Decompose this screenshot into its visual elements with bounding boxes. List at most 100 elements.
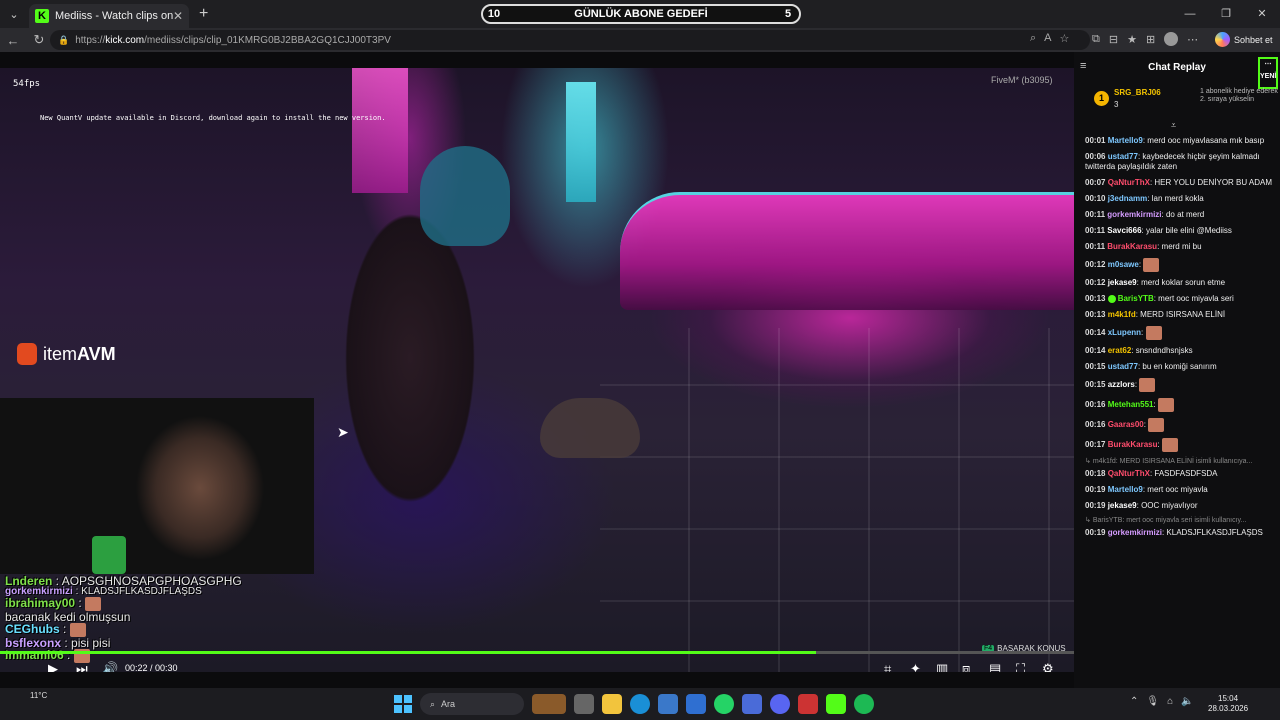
maximize-icon[interactable]: ❐ — [1208, 0, 1244, 28]
chat-message: 00:11 gorkemkirmizi: do at merd — [1085, 210, 1205, 219]
message-user[interactable]: Metehan551 — [1108, 400, 1154, 409]
chat-title: Chat Replay — [1148, 61, 1206, 73]
progress-bar[interactable] — [0, 651, 1074, 654]
read-aloud-icon[interactable]: A — [1044, 32, 1051, 45]
fullscreen-icon[interactable]: ⛶ — [1016, 661, 1025, 672]
pip-icon[interactable]: ⧈ — [962, 661, 970, 672]
message-user[interactable]: ustad77 — [1108, 152, 1138, 161]
favorite-star-icon[interactable]: ☆ — [1060, 32, 1070, 45]
settings-icon[interactable]: ⚙ — [1042, 661, 1054, 672]
show-hidden-icon[interactable]: ⌃ — [1130, 696, 1138, 707]
message-user[interactable]: BurakKarasu — [1108, 440, 1158, 449]
play-icon[interactable]: ▶ — [48, 661, 58, 672]
emote-icon — [69, 623, 86, 637]
message-user[interactable]: QaNturThX — [1108, 469, 1150, 478]
chat-message: 00:16 Gaaras00: — [1085, 418, 1279, 432]
browser-tab[interactable]: K Mediiss - Watch clips on Kick ✕ — [29, 4, 189, 28]
expand-pinned-icon[interactable]: ⩡ — [1171, 120, 1176, 131]
message-user[interactable]: gorkemkirmizi — [1108, 528, 1162, 537]
spotify-icon[interactable] — [854, 694, 874, 714]
lock-icon: 🔒 — [58, 34, 70, 45]
message-user[interactable]: QaNturThX — [1108, 178, 1150, 187]
message-user[interactable]: Savci666 — [1107, 226, 1141, 235]
crop-icon[interactable]: ⌗ — [884, 661, 891, 672]
copilot-button[interactable]: Sohbet et — [1215, 32, 1273, 47]
back-icon[interactable]: ← — [0, 33, 26, 48]
split-screen-icon[interactable]: ⊟ — [1109, 33, 1118, 46]
more-menu-icon[interactable]: ⋯ — [1187, 33, 1198, 46]
taskbar-search[interactable]: ⌕ Ara — [420, 693, 524, 715]
subscriber-goal-banner: 10 GÜNLÜK ABONE GEDEFİ 5 — [481, 4, 801, 24]
message-user[interactable]: m4k1fd — [1108, 310, 1136, 319]
extensions-icon[interactable]: ⧉ — [1092, 33, 1100, 46]
minimize-icon[interactable]: — — [1172, 0, 1208, 28]
message-user[interactable]: Gaaras00 — [1108, 420, 1144, 429]
chat-message: 00:06 ustad77: kaybedecek hiçbir şeyim k… — [1085, 152, 1260, 171]
chat-more-button[interactable]: ⋯ YENİ — [1258, 57, 1278, 89]
new-label: YENİ — [1260, 73, 1277, 80]
game-app-icon[interactable] — [798, 694, 818, 714]
tiled-floor — [600, 328, 1074, 672]
message-user[interactable]: Martello9 — [1108, 485, 1143, 494]
message-user[interactable]: xLupenn — [1108, 328, 1141, 337]
video-player[interactable]: 54fps New QuantV update available in Dis… — [0, 68, 1074, 672]
chat-message: 00:17 BurakKarasu: — [1085, 438, 1279, 452]
tab-actions-menu[interactable]: ⌄ — [3, 4, 25, 24]
chat-message: 00:19 Martello9: mert ooc miyavla — [1085, 484, 1208, 494]
next-icon[interactable]: ⏭ — [76, 661, 88, 672]
message-time: 00:12 — [1085, 278, 1106, 287]
message-user[interactable]: jekase9 — [1108, 278, 1137, 287]
theater-icon[interactable]: ▥ — [936, 661, 948, 672]
chat-message: 00:12 m0sawe: — [1085, 258, 1279, 272]
message-user[interactable]: gorkemkirmizi — [1107, 210, 1161, 219]
system-tray: ⌃ 🎙 ⌂ 🔈 — [1130, 696, 1194, 707]
message-user[interactable]: j3ednamm — [1108, 194, 1148, 203]
edge-icon[interactable] — [630, 694, 650, 714]
favorites-icon[interactable]: ★ — [1127, 33, 1137, 46]
store-icon[interactable] — [658, 694, 678, 714]
mail-icon[interactable] — [686, 694, 706, 714]
goal-end-number: 5 — [784, 8, 792, 20]
message-user[interactable]: BarisYTB — [1118, 294, 1154, 303]
pinned-count: 3 — [1114, 100, 1119, 109]
address-bar[interactable]: 🔒 https://kick.com/mediiss/clips/clip_01… — [50, 30, 1090, 50]
kick-clip-page: 54fps New QuantV update available in Dis… — [0, 52, 1280, 688]
weather-widget[interactable]: 11°C — [30, 691, 47, 700]
new-tab-button[interactable]: + — [199, 5, 208, 23]
start-icon[interactable] — [394, 695, 412, 713]
message-user[interactable]: BurakKarasu — [1107, 242, 1157, 251]
taskbar-clock[interactable]: 15:04 28.03.2026 — [1208, 694, 1248, 715]
whatsapp-icon[interactable] — [714, 694, 734, 714]
message-user[interactable]: Martello9 — [1108, 136, 1143, 145]
message-user[interactable]: ustad77 — [1108, 362, 1138, 371]
overlay-chat-line: CEGhubs : — [5, 623, 305, 637]
chat-overlay-icon[interactable]: ▤ — [989, 661, 1001, 672]
message-time: 00:12 — [1085, 260, 1106, 270]
app-icon[interactable] — [742, 694, 762, 714]
speaker-icon[interactable]: 🔈 — [1181, 696, 1193, 707]
chat-message: 00:14 xLupenn: — [1085, 326, 1279, 340]
sparkle-icon[interactable]: ✦ — [910, 661, 921, 672]
message-user[interactable]: azzlors — [1108, 380, 1135, 389]
message-user[interactable]: erat62 — [1108, 346, 1132, 355]
close-window-icon[interactable]: ✕ — [1244, 0, 1280, 28]
network-icon[interactable]: ⌂ — [1167, 696, 1173, 707]
kick-app-icon[interactable] — [826, 694, 846, 714]
discord-icon[interactable] — [770, 694, 790, 714]
pinned-message: 1 abonelik hediye ederek 2. sıraya yükse… — [1200, 88, 1278, 103]
zoom-icon[interactable]: ⌕ — [1030, 32, 1036, 45]
microphone-icon[interactable]: 🎙 — [1146, 696, 1159, 707]
neon-bar-counter — [620, 192, 1074, 310]
collapse-chat-icon[interactable]: ≡ — [1080, 60, 1086, 72]
collections-icon[interactable]: ⊞ — [1146, 33, 1155, 46]
volume-icon[interactable]: 🔊 — [102, 661, 118, 672]
file-explorer-icon[interactable] — [602, 694, 622, 714]
chat-reply-context: ↳ m4k1fd: MERD ISIRSANA ELİNİ isimli kul… — [1085, 458, 1253, 465]
refresh-icon[interactable]: ↻ — [26, 32, 52, 48]
profile-avatar[interactable] — [1164, 32, 1179, 46]
task-view-icon[interactable] — [574, 694, 594, 714]
close-tab-icon[interactable]: ✕ — [173, 9, 183, 23]
widget-news-icon[interactable] — [532, 694, 566, 714]
message-user[interactable]: m0sawe — [1108, 260, 1139, 269]
message-user[interactable]: jekase9 — [1108, 501, 1137, 510]
